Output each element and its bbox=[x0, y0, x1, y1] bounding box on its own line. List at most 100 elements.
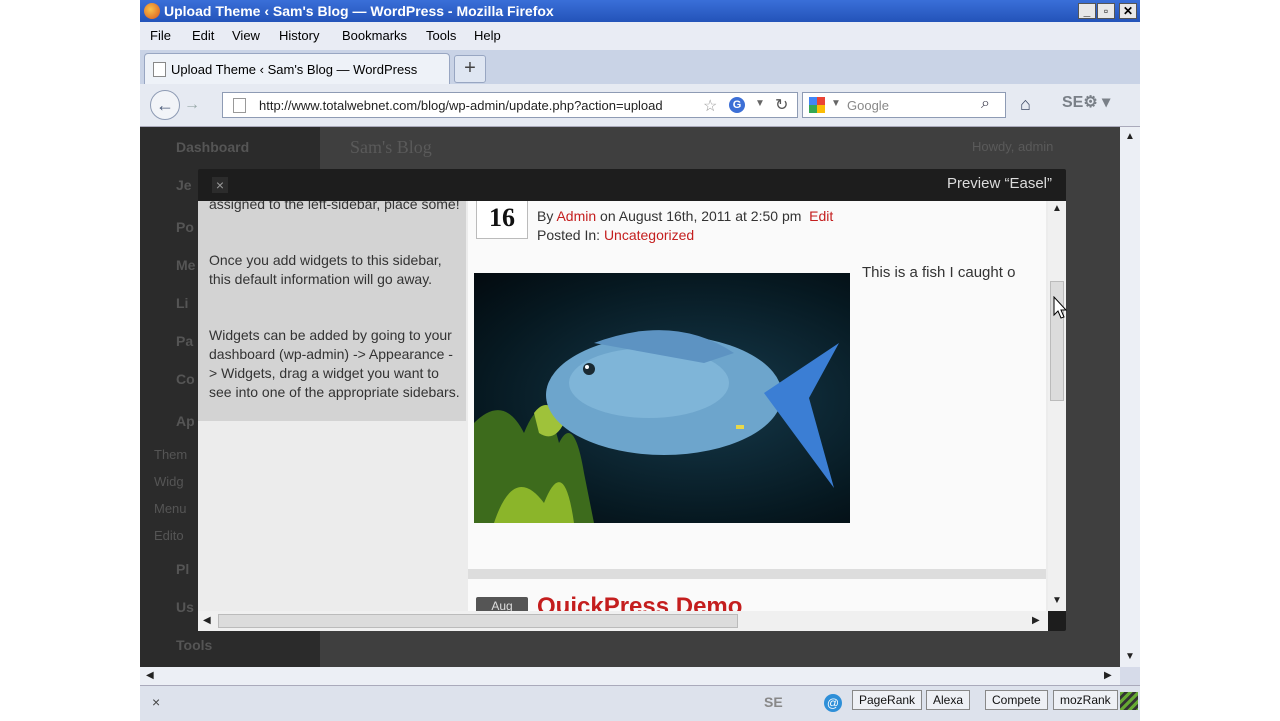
status-bar: × SE @ PageRank Alexa Compete mozRank bbox=[140, 685, 1140, 721]
posted-in-label: Posted In: bbox=[537, 227, 601, 243]
seo-status-icon[interactable]: SE bbox=[764, 694, 783, 710]
new-tab-button[interactable]: + bbox=[454, 55, 486, 83]
category-link[interactable]: Uncategorized bbox=[604, 227, 694, 243]
post-meta-author: By Admin on August 16th, 2011 at 2:50 pm… bbox=[537, 208, 833, 224]
fish-illustration bbox=[474, 330, 839, 523]
search-magnifier-icon[interactable]: ⌕ bbox=[981, 95, 990, 113]
menu-file[interactable]: File bbox=[150, 28, 171, 43]
resize-grip-icon[interactable] bbox=[1120, 692, 1138, 710]
tab-bar: Upload Theme ‹ Sam's Blog — WordPress + bbox=[140, 50, 1140, 84]
menu-edit[interactable]: Edit bbox=[192, 28, 214, 43]
post-area: 16 By Admin on August 16th, 2011 at 2:50… bbox=[468, 201, 1046, 611]
maximize-button[interactable]: ▫ bbox=[1097, 3, 1115, 19]
tab-label: Upload Theme ‹ Sam's Blog — WordPress bbox=[171, 62, 418, 77]
mozrank-button[interactable]: mozRank bbox=[1053, 690, 1118, 710]
bookmark-star-icon[interactable]: ☆ bbox=[703, 96, 717, 116]
admin-submenu-themes[interactable]: Them bbox=[154, 447, 187, 462]
page-icon bbox=[233, 98, 246, 113]
close-window-button[interactable]: ✕ bbox=[1119, 3, 1137, 19]
admin-menu-dashboard[interactable]: Dashboard bbox=[176, 139, 249, 155]
menu-bar: File Edit View History Bookmarks Tools H… bbox=[140, 22, 1140, 50]
admin-menu-item[interactable]: Po bbox=[176, 219, 194, 235]
g-icon[interactable]: G bbox=[729, 97, 745, 113]
edit-link[interactable]: Edit bbox=[809, 208, 833, 224]
search-placeholder: Google bbox=[847, 98, 889, 113]
admin-menu-item[interactable]: Je bbox=[176, 177, 192, 193]
forward-button[interactable]: → bbox=[184, 94, 206, 116]
site-title[interactable]: Sam's Blog bbox=[350, 137, 432, 158]
post-separator bbox=[468, 569, 1046, 579]
menu-history[interactable]: History bbox=[279, 28, 319, 43]
scroll-left-arrow-icon[interactable]: ◀ bbox=[146, 670, 154, 681]
preview-horizontal-scrollbar[interactable]: ◀ ▶ bbox=[198, 611, 1048, 631]
menu-view[interactable]: View bbox=[232, 28, 260, 43]
admin-menu-tools[interactable]: Tools bbox=[176, 637, 212, 653]
navigation-toolbar: ← → http://www.totalwebnet.com/blog/wp-a… bbox=[140, 84, 1140, 127]
preview-vertical-scrollbar[interactable]: ▲ ▼ bbox=[1048, 201, 1066, 611]
scroll-right-arrow-icon[interactable]: ▶ bbox=[1032, 615, 1040, 626]
menu-tools[interactable]: Tools bbox=[426, 28, 456, 43]
back-button[interactable]: ← bbox=[150, 90, 180, 120]
compete-button[interactable]: Compete bbox=[985, 690, 1048, 710]
window-title: Upload Theme ‹ Sam's Blog — WordPress - … bbox=[164, 3, 554, 19]
post-date-badge: 16 bbox=[476, 201, 528, 239]
firefox-icon bbox=[144, 3, 160, 19]
admin-menu-item[interactable]: Pa bbox=[176, 333, 193, 349]
admin-menu-item[interactable]: Co bbox=[176, 371, 195, 387]
admin-menu-appearance[interactable]: Ap bbox=[176, 413, 195, 429]
url-text: http://www.totalwebnet.com/blog/wp-admin… bbox=[259, 98, 663, 113]
admin-submenu-widgets[interactable]: Widg bbox=[154, 474, 184, 489]
next-post-title[interactable]: QuickPress Demo bbox=[537, 593, 742, 611]
howdy-greeting[interactable]: Howdy, admin bbox=[972, 139, 1053, 154]
close-findbar-icon[interactable]: × bbox=[152, 694, 160, 710]
left-sidebar: assigned to the left-sidebar, place some… bbox=[198, 201, 466, 421]
post-date-text: on August 16th, 2011 at 2:50 pm bbox=[600, 208, 802, 224]
minimize-button[interactable]: _ bbox=[1078, 3, 1096, 19]
admin-menu-item[interactable]: Me bbox=[176, 257, 195, 273]
post-body-text: This is a fish I caught o bbox=[862, 264, 1016, 281]
modal-close-button[interactable]: × bbox=[212, 177, 228, 193]
mouse-cursor-icon bbox=[1053, 296, 1067, 319]
admin-submenu-menus[interactable]: Menu bbox=[154, 501, 187, 516]
scroll-down-arrow-icon[interactable]: ▼ bbox=[1052, 595, 1062, 606]
menu-help[interactable]: Help bbox=[474, 28, 501, 43]
author-link[interactable]: Admin bbox=[556, 208, 596, 224]
seo-toolbar-button[interactable]: SE⚙ ▾ bbox=[1062, 92, 1122, 118]
browser-window: Upload Theme ‹ Sam's Blog — WordPress - … bbox=[140, 0, 1140, 721]
tab-upload-theme[interactable]: Upload Theme ‹ Sam's Blog — WordPress bbox=[144, 53, 450, 84]
modal-title: Preview “Easel” bbox=[946, 175, 1052, 192]
globe-icon[interactable]: @ bbox=[824, 694, 842, 712]
sidebar-text-1: assigned to the left-sidebar, place some… bbox=[209, 201, 460, 212]
scroll-left-arrow-icon[interactable]: ◀ bbox=[203, 615, 211, 626]
fish-image bbox=[474, 273, 850, 523]
horizontal-scroll-thumb[interactable] bbox=[218, 614, 738, 628]
scroll-up-arrow-icon[interactable]: ▲ bbox=[1052, 203, 1062, 214]
pagerank-button[interactable]: PageRank bbox=[852, 690, 923, 710]
page-horizontal-scrollbar[interactable]: ◀ ▶ bbox=[140, 667, 1120, 685]
scroll-right-arrow-icon[interactable]: ▶ bbox=[1104, 670, 1112, 681]
menu-bookmarks[interactable]: Bookmarks bbox=[342, 28, 407, 43]
theme-preview-modal: × Preview “Easel” assigned to the left-s… bbox=[198, 169, 1066, 631]
by-label: By bbox=[537, 208, 554, 224]
reload-icon[interactable]: ↻ bbox=[775, 95, 788, 115]
seo-label: SE bbox=[1062, 94, 1084, 111]
admin-menu-users[interactable]: Us bbox=[176, 599, 194, 615]
url-bar[interactable]: http://www.totalwebnet.com/blog/wp-admin… bbox=[222, 92, 798, 118]
admin-menu-item[interactable]: Li bbox=[176, 295, 188, 311]
admin-menu-plugins[interactable]: Pl bbox=[176, 561, 189, 577]
sidebar-text-2: Once you add widgets to this sidebar, th… bbox=[209, 252, 442, 287]
sidebar-text-3: Widgets can be added by going to your da… bbox=[209, 327, 460, 400]
search-box[interactable]: ▼ Google ⌕ bbox=[802, 92, 1006, 118]
page-icon bbox=[153, 62, 166, 77]
scroll-up-arrow-icon[interactable]: ▲ bbox=[1125, 131, 1135, 142]
admin-submenu-editor[interactable]: Edito bbox=[154, 528, 184, 543]
theme-preview-frame: assigned to the left-sidebar, place some… bbox=[198, 201, 1048, 611]
page-vertical-scrollbar[interactable]: ▲ ▼ bbox=[1120, 127, 1140, 667]
page-content: Dashboard Je Po Me Li Pa Co Ap Them Widg… bbox=[140, 127, 1120, 667]
google-icon[interactable] bbox=[809, 97, 825, 113]
alexa-button[interactable]: Alexa bbox=[926, 690, 971, 710]
home-icon[interactable]: ⌂ bbox=[1020, 94, 1044, 116]
scroll-down-arrow-icon[interactable]: ▼ bbox=[1125, 651, 1135, 662]
dropdown-arrow-icon[interactable]: ▼ bbox=[831, 98, 841, 109]
dropdown-arrow-icon[interactable]: ▼ bbox=[755, 98, 765, 109]
